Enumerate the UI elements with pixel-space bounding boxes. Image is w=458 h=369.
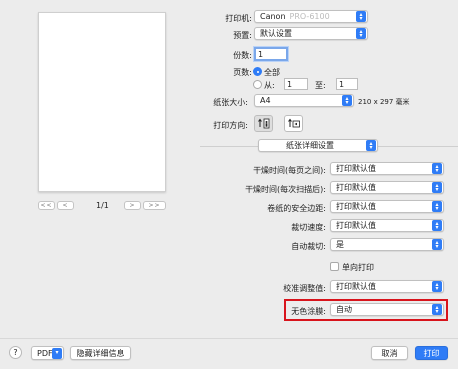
chevron-updown-icon: ▴ ▾	[432, 163, 442, 174]
colorless-coating-value: 自动	[336, 305, 352, 314]
next-page-button[interactable]: >	[124, 201, 141, 210]
pages-label: 页数:	[233, 68, 252, 77]
section-select[interactable]: 纸张详细设置 ▴ ▾	[258, 139, 378, 152]
one-way-checkbox[interactable]	[330, 262, 339, 271]
preset-select[interactable]: 默认设置 ▴ ▾	[254, 27, 368, 40]
paper-size-label: 纸张大小:	[213, 98, 248, 107]
cancel-button[interactable]: 取消	[371, 346, 408, 360]
auto-cut-value: 是	[336, 240, 344, 249]
footer-divider	[0, 338, 458, 339]
preset-label: 预置:	[233, 31, 252, 40]
chevron-updown-icon: ▴ ▾	[356, 28, 366, 39]
first-page-button[interactable]: <<	[38, 201, 55, 210]
orientation-label: 打印方向:	[213, 121, 248, 130]
page-preview	[38, 12, 166, 192]
dry-time-scan-select[interactable]: 打印默认值 ▴ ▾	[330, 181, 444, 194]
dry-time-page-value: 打印默认值	[336, 164, 376, 173]
copies-field[interactable]: 1	[254, 47, 288, 61]
chevron-updown-icon: ▴ ▾	[366, 140, 376, 151]
page-indicator: 1/1	[96, 201, 109, 210]
one-way-label: 单向打印	[342, 263, 374, 272]
printer-select[interactable]: Canon PRO-6100 ▴ ▾	[254, 10, 368, 23]
auto-cut-select[interactable]: 是 ▴ ▾	[330, 238, 444, 251]
calibration-value: 打印默认值	[336, 282, 376, 291]
roll-margin-value: 打印默认值	[336, 202, 376, 211]
pdf-label: PDF	[37, 348, 52, 358]
last-page-button[interactable]: >>	[143, 201, 166, 210]
printer-model: PRO-6100	[289, 12, 330, 21]
chevron-updown-icon: ▴ ▾	[342, 95, 352, 106]
chevron-updown-icon: ▴ ▾	[432, 182, 442, 193]
pages-to-field[interactable]: 1	[336, 78, 358, 90]
calibration-select[interactable]: 打印默认值 ▴ ▾	[330, 280, 444, 293]
roll-margin-select[interactable]: 打印默认值 ▴ ▾	[330, 200, 444, 213]
paper-dimensions: 210 x 297 毫米	[358, 98, 410, 106]
pdf-menu-button[interactable]: PDF ▾	[31, 346, 64, 360]
pages-to-label: 至:	[315, 81, 326, 90]
pages-all-radio[interactable]	[253, 67, 262, 76]
printer-name: Canon	[260, 12, 286, 21]
cut-speed-select[interactable]: 打印默认值 ▴ ▾	[330, 219, 444, 232]
pages-from-label: 从:	[264, 81, 275, 90]
dry-time-page-select[interactable]: 打印默认值 ▴ ▾	[330, 162, 444, 175]
dry-time-scan-label: 干燥时间(每次扫描后):	[245, 185, 326, 194]
prev-page-button[interactable]: <	[57, 201, 74, 210]
chevron-updown-icon: ▴ ▾	[432, 201, 442, 212]
colorless-coating-label: 无色涂膜:	[291, 307, 326, 316]
colorless-coating-select[interactable]: 自动 ▴ ▾	[330, 303, 444, 316]
preset-value: 默认设置	[260, 29, 292, 38]
dry-time-scan-value: 打印默认值	[336, 183, 376, 192]
landscape-button[interactable]	[284, 115, 303, 132]
calibration-label: 校准调整值:	[283, 284, 326, 293]
portrait-button[interactable]	[254, 115, 273, 132]
printer-label: 打印机:	[225, 14, 252, 23]
pages-from-field[interactable]: 1	[284, 78, 308, 90]
cut-speed-label: 裁切速度:	[291, 223, 326, 232]
roll-margin-label: 卷纸的安全边距:	[267, 204, 326, 213]
dry-time-page-label: 干燥时间(每页之间):	[253, 166, 326, 175]
help-button[interactable]: ?	[9, 346, 22, 359]
chevron-updown-icon: ▴ ▾	[432, 220, 442, 231]
pages-range-radio[interactable]	[253, 80, 262, 89]
hide-details-button[interactable]: 隐藏详细信息	[70, 346, 131, 360]
chevron-updown-icon: ▴ ▾	[432, 281, 442, 292]
chevron-updown-icon: ▴ ▾	[432, 239, 442, 250]
chevron-updown-icon: ▴ ▾	[356, 11, 366, 22]
copies-label: 份数:	[233, 51, 252, 60]
chevron-down-icon: ▾	[52, 347, 62, 359]
paper-size-value: A4	[260, 96, 271, 105]
cut-speed-value: 打印默认值	[336, 221, 376, 230]
paper-size-select[interactable]: A4 ▴ ▾	[254, 94, 354, 107]
section-value: 纸张详细设置	[286, 141, 334, 150]
portrait-icon	[257, 118, 269, 129]
auto-cut-label: 自动裁切:	[291, 242, 326, 251]
pages-all-label: 全部	[264, 68, 280, 77]
chevron-updown-icon: ▴ ▾	[432, 304, 442, 315]
print-button[interactable]: 打印	[415, 346, 448, 360]
landscape-icon	[287, 118, 300, 128]
